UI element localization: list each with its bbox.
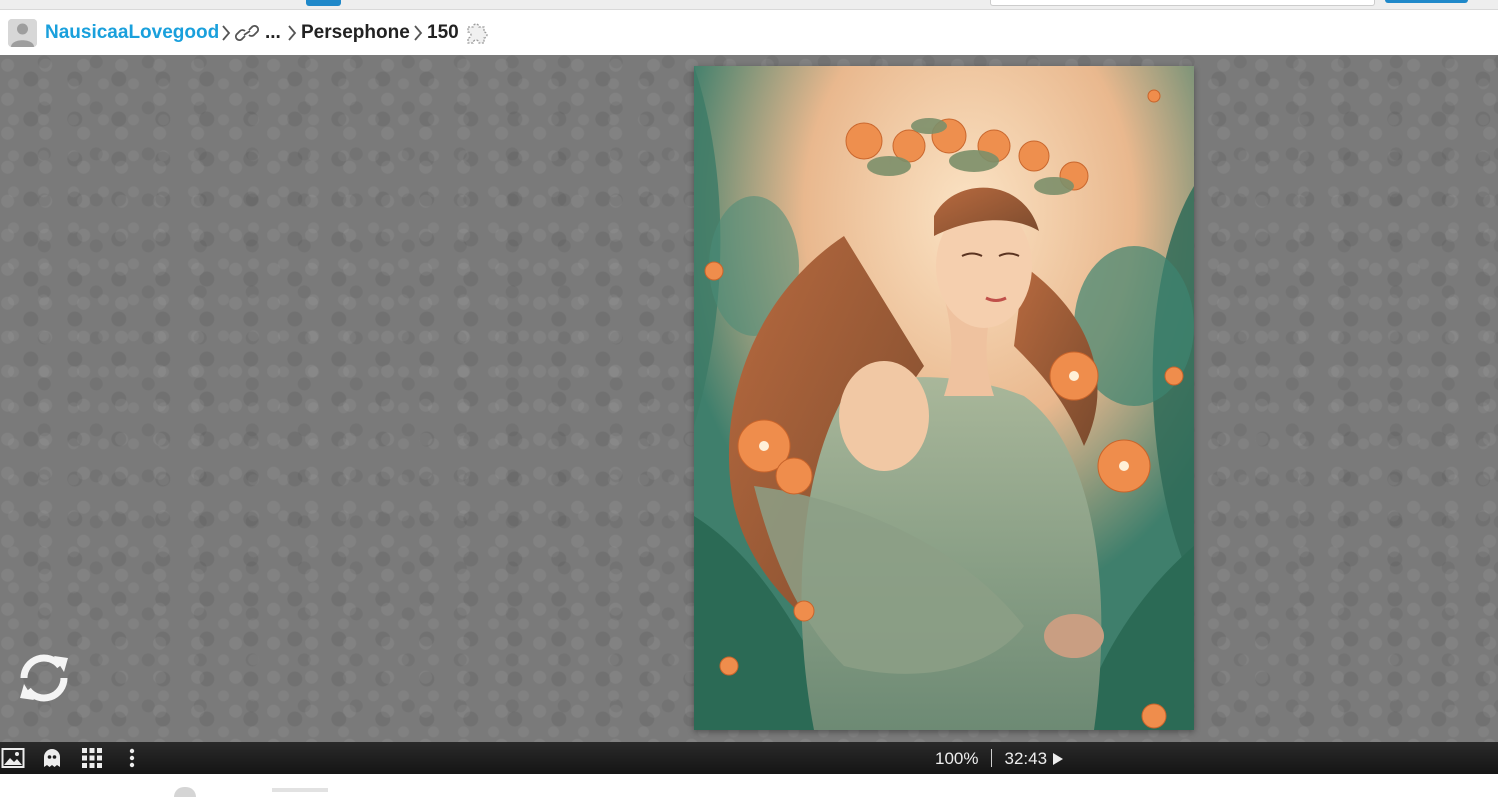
- chevron-right-icon: [221, 24, 231, 42]
- chevron-right-icon: [413, 24, 423, 42]
- grid-icon[interactable]: [80, 747, 104, 769]
- status-divider: [991, 749, 993, 767]
- status-readout: 100% 32:43: [935, 749, 1064, 769]
- below-element: [272, 788, 328, 792]
- puzzle-image[interactable]: [694, 66, 1194, 730]
- avatar[interactable]: [8, 19, 37, 47]
- breadcrumb-puzzle-title[interactable]: Persephone: [301, 21, 410, 45]
- user-avatar-icon: [8, 19, 37, 47]
- persephone-artwork: [694, 66, 1194, 730]
- breadcrumb-user-link[interactable]: NausicaaLovegood: [45, 21, 219, 45]
- header-button[interactable]: [1385, 0, 1468, 3]
- avatar[interactable]: [174, 787, 196, 797]
- puzzle-piece-icon: [467, 23, 488, 44]
- progress-percent: 100%: [935, 749, 979, 768]
- ghost-icon[interactable]: [40, 747, 64, 769]
- refresh-icon[interactable]: [14, 648, 74, 708]
- timer: 32:43: [1004, 749, 1048, 768]
- chevron-right-icon: [287, 24, 297, 42]
- site-header-strip: [0, 0, 1498, 10]
- image-icon[interactable]: [1, 747, 25, 769]
- page-below: [0, 774, 1498, 797]
- breadcrumb: NausicaaLovegood ... Persephone 150: [0, 11, 1498, 55]
- bottom-toolbar: 100% 32:43: [0, 742, 1498, 774]
- play-icon[interactable]: [1053, 753, 1064, 765]
- header-tab[interactable]: [306, 0, 341, 6]
- breadcrumb-collapsed[interactable]: ...: [265, 21, 281, 45]
- puzzle-board[interactable]: [0, 55, 1498, 742]
- link-icon[interactable]: [235, 22, 259, 44]
- more-vertical-icon[interactable]: [120, 747, 144, 769]
- breadcrumb-piece-count: 150: [427, 22, 459, 43]
- header-search-input[interactable]: [990, 0, 1375, 6]
